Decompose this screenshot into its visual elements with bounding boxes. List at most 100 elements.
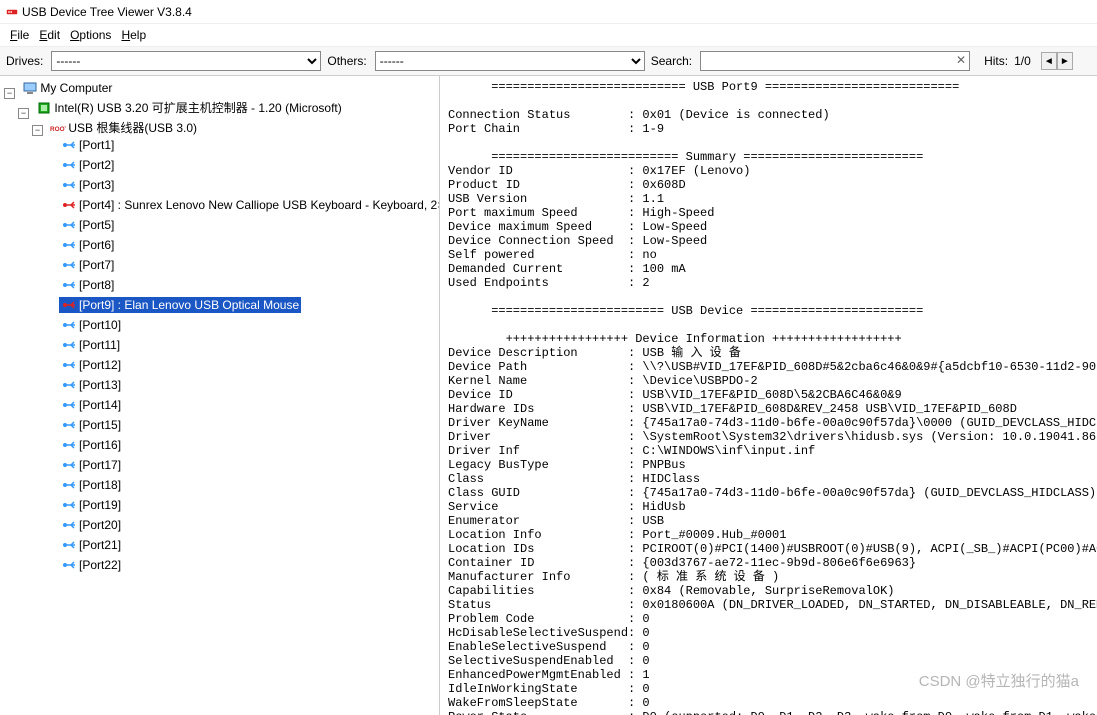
usb-port-icon [61, 158, 77, 172]
tree-port[interactable]: [Port8] [59, 277, 116, 293]
tree-port-label: [Port10] [79, 317, 121, 333]
tree-port-label: [Port17] [79, 457, 121, 473]
drives-select[interactable]: ------ [51, 51, 321, 71]
tree-port-label: [Port22] [79, 557, 121, 573]
search-input[interactable] [700, 51, 970, 71]
usb-port-icon [61, 218, 77, 232]
expander-icon [46, 442, 57, 453]
expander-icon [46, 202, 57, 213]
root-hub-icon: ROOT [50, 121, 66, 135]
hits-prev-button[interactable]: ◄ [1041, 52, 1057, 70]
expander-icon [46, 542, 57, 553]
svg-text:ROOT: ROOT [50, 126, 66, 133]
tree-port[interactable]: [Port20] [59, 517, 123, 533]
app-icon [6, 5, 22, 19]
menu-file[interactable]: File [6, 26, 33, 44]
menubar: File Edit Options Help [0, 24, 1097, 47]
tree-port[interactable]: [Port11] [59, 337, 122, 353]
tree-port[interactable]: [Port4] : Sunrex Lenovo New Calliope USB… [59, 197, 440, 213]
tree-port-label: [Port21] [79, 537, 121, 553]
expander-icon [46, 522, 57, 533]
tree-port[interactable]: [Port9] : Elan Lenovo USB Optical Mouse [59, 297, 301, 313]
expander-icon [46, 482, 57, 493]
usb-device-icon [61, 298, 77, 312]
usb-port-icon [61, 498, 77, 512]
tree-port[interactable]: [Port17] [59, 457, 123, 473]
usb-port-icon [61, 178, 77, 192]
tree-port[interactable]: [Port22] [59, 557, 123, 573]
tree-port-label: [Port12] [79, 357, 121, 373]
menu-options[interactable]: Options [66, 26, 115, 44]
expander-icon [46, 182, 57, 193]
expander-icon [46, 222, 57, 233]
tree-controller-label: Intel(R) USB 3.20 可扩展主机控制器 - 1.20 (Micro… [54, 100, 341, 116]
tree-root[interactable]: My Computer [20, 80, 114, 96]
tree-port[interactable]: [Port15] [59, 417, 123, 433]
usb-port-icon [61, 518, 77, 532]
tree-port-label: [Port9] : Elan Lenovo USB Optical Mouse [79, 297, 299, 313]
expander-icon [46, 362, 57, 373]
expander-icon [46, 462, 57, 473]
tree-port-label: [Port18] [79, 477, 121, 493]
tree-port-label: [Port7] [79, 257, 114, 273]
tree-port[interactable]: [Port5] [59, 217, 116, 233]
menu-help[interactable]: Help [117, 26, 150, 44]
computer-icon [22, 81, 38, 95]
tree-port[interactable]: [Port12] [59, 357, 123, 373]
usb-port-icon [61, 378, 77, 392]
others-label: Others: [327, 54, 366, 68]
clear-search-icon[interactable]: ✕ [956, 53, 966, 67]
tree-hub-label: USB 根集线器(USB 3.0) [68, 120, 197, 136]
expander-icon [46, 242, 57, 253]
expander-icon[interactable]: − [4, 88, 15, 99]
tree-port-label: [Port8] [79, 277, 114, 293]
menu-edit[interactable]: Edit [35, 26, 64, 44]
hits-next-button[interactable]: ► [1057, 52, 1073, 70]
usb-port-icon [61, 238, 77, 252]
tree-port[interactable]: [Port2] [59, 157, 116, 173]
expander-icon [46, 322, 57, 333]
hits-nav: ◄ ► [1041, 52, 1073, 70]
tree-port[interactable]: [Port1] [59, 137, 116, 153]
tree-port[interactable]: [Port13] [59, 377, 123, 393]
tree-port[interactable]: [Port3] [59, 177, 116, 193]
tree-port[interactable]: [Port21] [59, 537, 123, 553]
tree-port[interactable]: [Port10] [59, 317, 123, 333]
expander-icon[interactable]: − [18, 108, 29, 119]
usb-port-icon [61, 538, 77, 552]
expander-icon [46, 302, 57, 313]
expander-icon [46, 502, 57, 513]
expander-icon [46, 402, 57, 413]
expander-icon [46, 422, 57, 433]
tree-port-label: [Port16] [79, 437, 121, 453]
titlebar: USB Device Tree Viewer V3.8.4 [0, 0, 1097, 24]
usb-port-icon [61, 558, 77, 572]
tree-port[interactable]: [Port6] [59, 237, 116, 253]
usb-port-icon [61, 318, 77, 332]
chip-icon [36, 101, 52, 115]
expander-icon [46, 162, 57, 173]
expander-icon [46, 262, 57, 273]
tree-port-label: [Port2] [79, 157, 114, 173]
tree-port[interactable]: [Port16] [59, 437, 123, 453]
tree-hub[interactable]: ROOT USB 根集线器(USB 3.0) [48, 120, 199, 136]
usb-port-icon [61, 438, 77, 452]
expander-icon[interactable]: − [32, 125, 43, 136]
tree-controller[interactable]: Intel(R) USB 3.20 可扩展主机控制器 - 1.20 (Micro… [34, 100, 343, 116]
tree-port[interactable]: [Port7] [59, 257, 116, 273]
hits-value: 1/0 [1014, 54, 1031, 68]
details-pane[interactable]: =========================== USB Port9 ==… [440, 76, 1097, 715]
tree-port-label: [Port4] : Sunrex Lenovo New Calliope USB… [79, 197, 440, 213]
tree-port[interactable]: [Port14] [59, 397, 123, 413]
others-select[interactable]: ------ [375, 51, 645, 71]
device-tree[interactable]: − My Computer − Intel(R) USB 3.20 可扩展主机控… [0, 76, 440, 715]
toolbar: Drives: ------ Others: ------ Search: ✕ … [0, 47, 1097, 76]
tree-port[interactable]: [Port19] [59, 497, 123, 513]
expander-icon [46, 142, 57, 153]
tree-root-label: My Computer [40, 80, 112, 96]
expander-icon [46, 282, 57, 293]
tree-port[interactable]: [Port18] [59, 477, 123, 493]
tree-port-label: [Port19] [79, 497, 121, 513]
search-label: Search: [651, 54, 692, 68]
tree-port-label: [Port11] [79, 337, 120, 353]
